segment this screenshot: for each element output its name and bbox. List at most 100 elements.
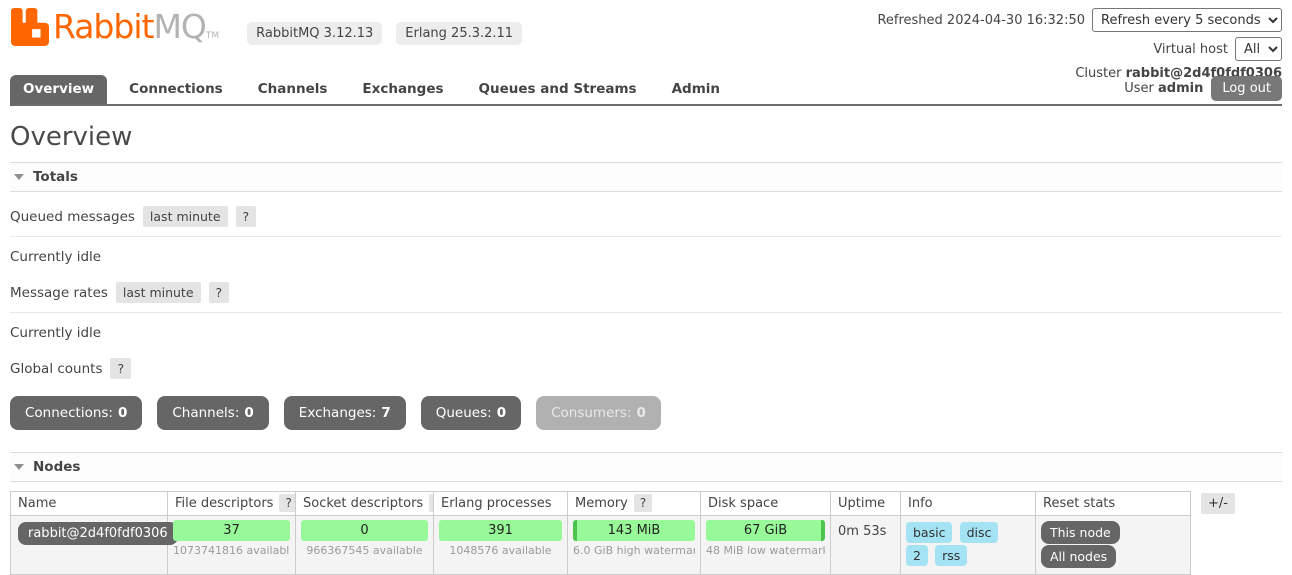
tab-channels[interactable]: Channels — [245, 75, 341, 104]
header-controls: Refreshed 2024-04-30 16:32:50 Refresh ev… — [877, 8, 1282, 81]
consumers-count-label: Consumers: — [551, 405, 632, 421]
channels-count-button[interactable]: Channels: 0 — [157, 396, 269, 430]
memory-detail: 6.0 GiB high watermark — [573, 544, 695, 557]
memory-bar: 143 MiB — [573, 520, 695, 541]
erlang-processes-bar: 391 — [439, 520, 562, 541]
refreshed-timestamp: Refreshed 2024-04-30 16:32:50 — [877, 12, 1085, 28]
connections-count-button[interactable]: Connections: 0 — [10, 396, 143, 430]
col-name: Name — [10, 491, 168, 516]
socket-descriptors-help-icon[interactable]: ? — [429, 494, 433, 512]
col-reset-stats: Reset stats — [1035, 491, 1191, 516]
totals-heading: Totals — [33, 169, 78, 185]
reset-this-node-button[interactable]: This node — [1041, 521, 1120, 544]
queues-count-label: Queues: — [435, 405, 492, 421]
logout-button[interactable]: Log out — [1211, 76, 1282, 101]
connections-count-value: 0 — [117, 405, 128, 421]
consumers-count-button: Consumers: 0 — [536, 396, 661, 430]
col-socket-descriptors: Socket descriptors? — [295, 491, 434, 516]
rabbitmq-version-badge: RabbitMQ 3.12.13 — [247, 21, 383, 45]
queues-count-value: 0 — [496, 405, 507, 421]
page-title: Overview — [10, 122, 133, 152]
collapse-triangle-icon — [14, 174, 24, 180]
file-descriptors-cell: 37 1073741816 available — [167, 515, 296, 575]
memory-used-sliver — [573, 520, 577, 541]
reset-stats-cell: This node All nodes — [1035, 515, 1191, 575]
global-counts-help-icon[interactable]: ? — [110, 358, 132, 379]
message-rates-range-badge[interactable]: last minute — [115, 282, 201, 303]
disk-used-sliver — [821, 520, 825, 541]
global-counts-header: Global counts ? — [10, 344, 1282, 383]
node-row: rabbit@2d4f0fdf0306 37 1073741816 availa… — [10, 515, 1191, 575]
erlang-processes-detail: 1048576 available — [449, 544, 552, 557]
message-rates-help-icon[interactable]: ? — [208, 282, 230, 303]
info-badge-disc[interactable]: disc — [959, 522, 999, 543]
disk-space-cell: 67 GiB 48 MiB low watermark — [700, 515, 831, 575]
channels-count-label: Channels: — [172, 405, 240, 421]
col-uptime: Uptime — [830, 491, 901, 516]
column-expander-badge[interactable]: +/- — [1201, 493, 1235, 514]
disk-space-bar: 67 GiB — [706, 520, 825, 541]
nodes-heading: Nodes — [33, 459, 81, 475]
tab-overview[interactable]: Overview — [10, 75, 108, 104]
channels-count-value: 0 — [244, 405, 254, 421]
message-rates-status: Currently idle — [10, 325, 102, 341]
user-label-and-name: User admin — [1124, 81, 1203, 96]
col-memory: Memory? — [567, 491, 701, 516]
file-descriptors-bar: 37 — [173, 520, 290, 541]
totals-section-header[interactable]: Totals — [10, 162, 1282, 192]
erlang-version-badge: Erlang 25.3.2.11 — [396, 21, 523, 45]
info-badge-basic[interactable]: basic — [906, 522, 953, 543]
global-counts-label: Global counts — [10, 360, 103, 377]
brand-wordmark: RabbitMQTM — [53, 7, 219, 46]
queued-messages-status: Currently idle — [10, 249, 102, 265]
brand-rabbit: Rabbit — [53, 6, 154, 46]
nodes-table: Name File descriptors? Socket descriptor… — [10, 491, 1191, 575]
user-label: User — [1124, 81, 1154, 96]
tab-connections[interactable]: Connections — [116, 75, 236, 104]
message-rates-label: Message rates — [10, 284, 108, 301]
info-badge-rss[interactable]: rss — [935, 545, 968, 566]
queued-messages-header: Queued messages last minute ? — [10, 192, 1282, 237]
col-disk-space: Disk space — [700, 491, 831, 516]
disk-space-detail: 48 MiB low watermark — [706, 544, 825, 557]
brand-mq: MQ — [153, 6, 206, 46]
refresh-row: Refreshed 2024-04-30 16:32:50 Refresh ev… — [877, 8, 1282, 32]
virtual-host-label: Virtual host — [1153, 41, 1228, 57]
nodes-table-header-row: Name File descriptors? Socket descriptor… — [10, 491, 1191, 516]
virtual-host-select[interactable]: All — [1235, 37, 1282, 61]
queued-messages-label: Queued messages — [10, 208, 135, 225]
file-descriptors-help-icon[interactable]: ? — [279, 494, 295, 512]
user-name: admin — [1158, 81, 1204, 96]
exchanges-count-label: Exchanges: — [298, 405, 377, 421]
memory-cell: 143 MiB 6.0 GiB high watermark — [567, 515, 701, 575]
col-erlang-processes: Erlang processes — [433, 491, 568, 516]
queued-messages-range-badge[interactable]: last minute — [142, 206, 228, 227]
trademark-label: TM — [205, 30, 220, 41]
user-area: User admin Log out — [1124, 76, 1282, 101]
info-cell: basic disc 2 rss — [900, 515, 1036, 575]
disk-space-value: 67 GiB — [743, 523, 788, 538]
node-name-badge[interactable]: rabbit@2d4f0fdf0306 — [18, 522, 178, 545]
virtual-host-row: Virtual host All — [877, 37, 1282, 61]
rabbitmq-logo-icon — [11, 8, 49, 46]
refresh-interval-select[interactable]: Refresh every 5 seconds — [1092, 8, 1282, 32]
memory-value: 143 MiB — [607, 523, 661, 538]
queues-count-button[interactable]: Queues: 0 — [420, 396, 522, 430]
reset-all-nodes-button[interactable]: All nodes — [1041, 545, 1117, 568]
message-rates-header: Message rates last minute ? — [10, 268, 1282, 313]
node-name-cell: rabbit@2d4f0fdf0306 — [10, 515, 178, 575]
app-header: RabbitMQTM RabbitMQ 3.12.13 Erlang 25.3.… — [0, 0, 1292, 81]
tab-admin[interactable]: Admin — [659, 75, 733, 104]
queued-messages-help-icon[interactable]: ? — [235, 206, 257, 227]
file-descriptors-detail: 1073741816 available — [173, 544, 290, 557]
memory-help-icon[interactable]: ? — [633, 494, 653, 512]
info-badge-plugins[interactable]: 2 — [906, 545, 928, 566]
socket-descriptors-bar: 0 — [301, 520, 428, 541]
erlang-processes-cell: 391 1048576 available — [433, 515, 568, 575]
nodes-section-header[interactable]: Nodes — [10, 452, 1282, 482]
socket-descriptors-cell: 0 966367545 available — [295, 515, 434, 575]
exchanges-count-button[interactable]: Exchanges: 7 — [283, 396, 406, 430]
col-file-descriptors: File descriptors? — [167, 491, 296, 516]
tab-exchanges[interactable]: Exchanges — [349, 75, 456, 104]
tab-queues-and-streams[interactable]: Queues and Streams — [466, 75, 650, 104]
